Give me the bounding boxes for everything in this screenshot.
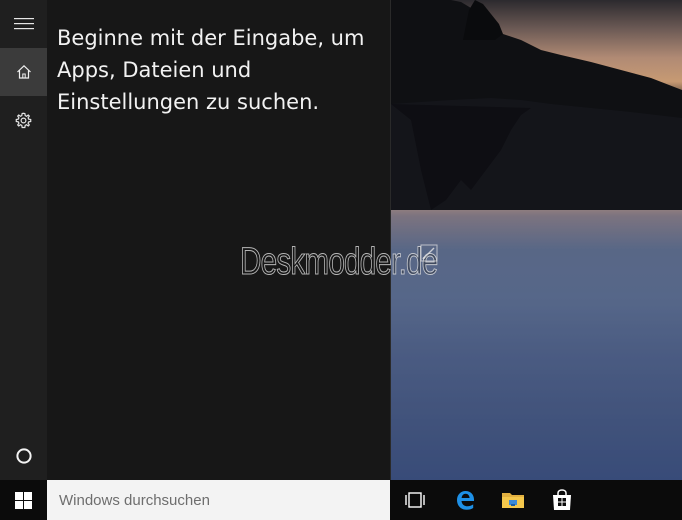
task-view-button[interactable] <box>391 480 439 520</box>
cortana-button[interactable] <box>0 432 47 480</box>
cortana-panel: Beginne mit der Eingabe, um Apps, Dateie… <box>47 0 391 480</box>
edge-icon <box>457 491 474 510</box>
windows-logo-icon <box>15 491 32 509</box>
start-button[interactable] <box>0 480 47 520</box>
cortana-sidebar <box>0 0 47 480</box>
search-input[interactable] <box>47 480 390 520</box>
hamburger-menu-button[interactable] <box>0 0 47 48</box>
store-icon <box>553 489 571 510</box>
desktop-wallpaper <box>391 0 682 480</box>
file-explorer-button[interactable] <box>489 480 537 520</box>
search-hint-text: Beginne mit der Eingabe, um Apps, Dateie… <box>57 26 365 114</box>
taskbar <box>0 480 682 520</box>
home-icon <box>16 64 31 79</box>
gear-icon <box>15 112 32 128</box>
edge-button[interactable] <box>441 480 489 520</box>
sidebar-item-settings[interactable] <box>0 96 47 144</box>
sidebar-item-home[interactable] <box>0 48 47 96</box>
folder-icon <box>502 493 524 508</box>
cortana-circle-icon <box>15 448 32 464</box>
wallpaper-landscape <box>391 0 682 480</box>
store-button[interactable] <box>538 480 586 520</box>
task-view-icon <box>405 492 425 508</box>
hamburger-icon <box>13 18 34 30</box>
